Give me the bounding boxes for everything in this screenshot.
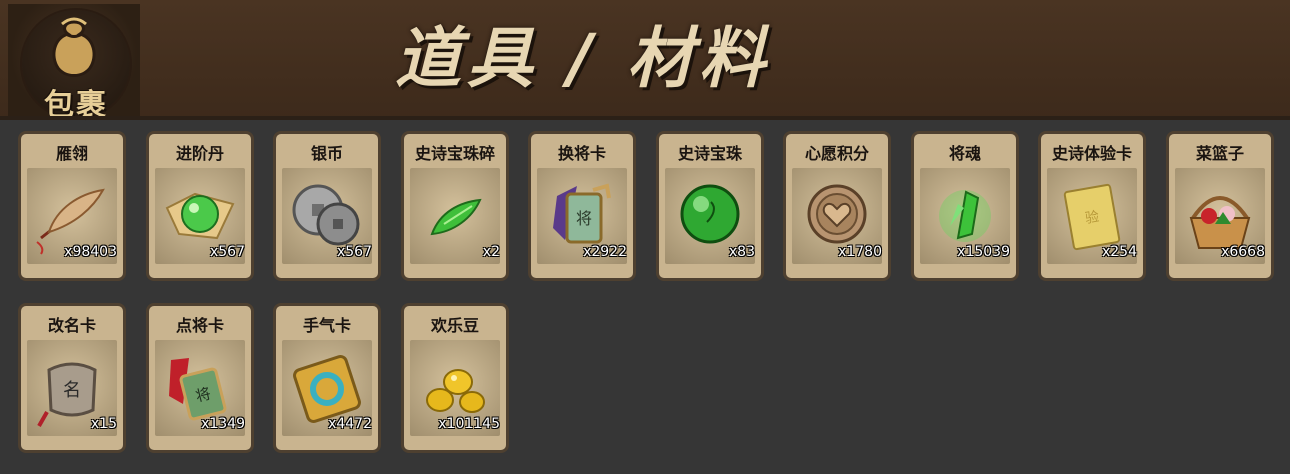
page-title: 道具 / 材料 xyxy=(395,20,772,97)
svg-text:名: 名 xyxy=(63,380,81,401)
item-name: 将魂 xyxy=(948,144,981,163)
item-count: x6668 xyxy=(1221,244,1265,260)
item-count: x1349 xyxy=(201,416,245,432)
header-divider xyxy=(0,116,1290,120)
item-name: 改名卡 xyxy=(47,316,96,335)
item-slot[interactable]: 雁翎 x98403 xyxy=(18,131,126,281)
bag-icon xyxy=(52,17,96,77)
item-count: x254 xyxy=(1101,244,1137,260)
item-count: x1780 xyxy=(838,244,882,260)
item-count: x2922 xyxy=(583,244,627,260)
item-slot[interactable]: 史诗宝珠碎 x2 xyxy=(401,131,509,281)
item-slot[interactable]: 银币 x567 xyxy=(273,131,381,281)
item-slot[interactable]: 史诗体验卡验 x254 xyxy=(1038,131,1146,281)
svg-text:将: 将 xyxy=(576,209,592,228)
item-slot[interactable]: 菜篮子 x6668 xyxy=(1166,131,1274,281)
item-slot[interactable]: 欢乐豆 x101145 xyxy=(401,303,509,453)
item-count: x15 xyxy=(90,416,117,432)
item-count: x2 xyxy=(482,244,500,260)
item-name: 银币 xyxy=(310,144,343,163)
svg-text:验: 验 xyxy=(1084,209,1101,227)
item-slot[interactable]: 换将卡将 x2922 xyxy=(528,131,636,281)
item-slot[interactable]: 点将卡将 x1349 xyxy=(146,303,254,453)
item-slot[interactable]: 手气卡 x4472 xyxy=(273,303,381,453)
item-name: 史诗体验卡 xyxy=(1051,144,1132,163)
bag-badge[interactable]: 包裹 xyxy=(8,4,140,123)
item-name: 雁翎 xyxy=(55,144,88,163)
item-slot[interactable]: 心愿积分 x1780 xyxy=(783,131,891,281)
item-slot[interactable]: 进阶丹 x567 xyxy=(146,131,254,281)
header: 包裹 道具 / 材料 xyxy=(0,0,1290,123)
item-name: 进阶丹 xyxy=(175,144,224,163)
item-name: 点将卡 xyxy=(175,316,224,335)
item-slot[interactable]: 将魂 x15039 xyxy=(911,131,1019,281)
item-count: x567 xyxy=(336,244,372,260)
item-name: 心愿积分 xyxy=(804,144,869,163)
item-slot[interactable]: 史诗宝珠 x83 xyxy=(656,131,764,281)
item-name: 欢乐豆 xyxy=(430,316,479,335)
item-count: x4472 xyxy=(328,416,372,432)
item-name: 史诗宝珠 xyxy=(677,144,742,163)
item-name: 换将卡 xyxy=(557,144,606,163)
item-count: x98403 xyxy=(64,244,117,260)
item-name: 菜篮子 xyxy=(1195,144,1244,163)
item-name: 史诗宝珠碎 xyxy=(414,144,495,163)
item-slot[interactable]: 改名卡名 x15 xyxy=(18,303,126,453)
item-count: x15039 xyxy=(957,244,1010,260)
item-count: x567 xyxy=(209,244,245,260)
item-name: 手气卡 xyxy=(302,316,351,335)
item-count: x101145 xyxy=(438,416,500,432)
item-count: x83 xyxy=(728,244,755,260)
